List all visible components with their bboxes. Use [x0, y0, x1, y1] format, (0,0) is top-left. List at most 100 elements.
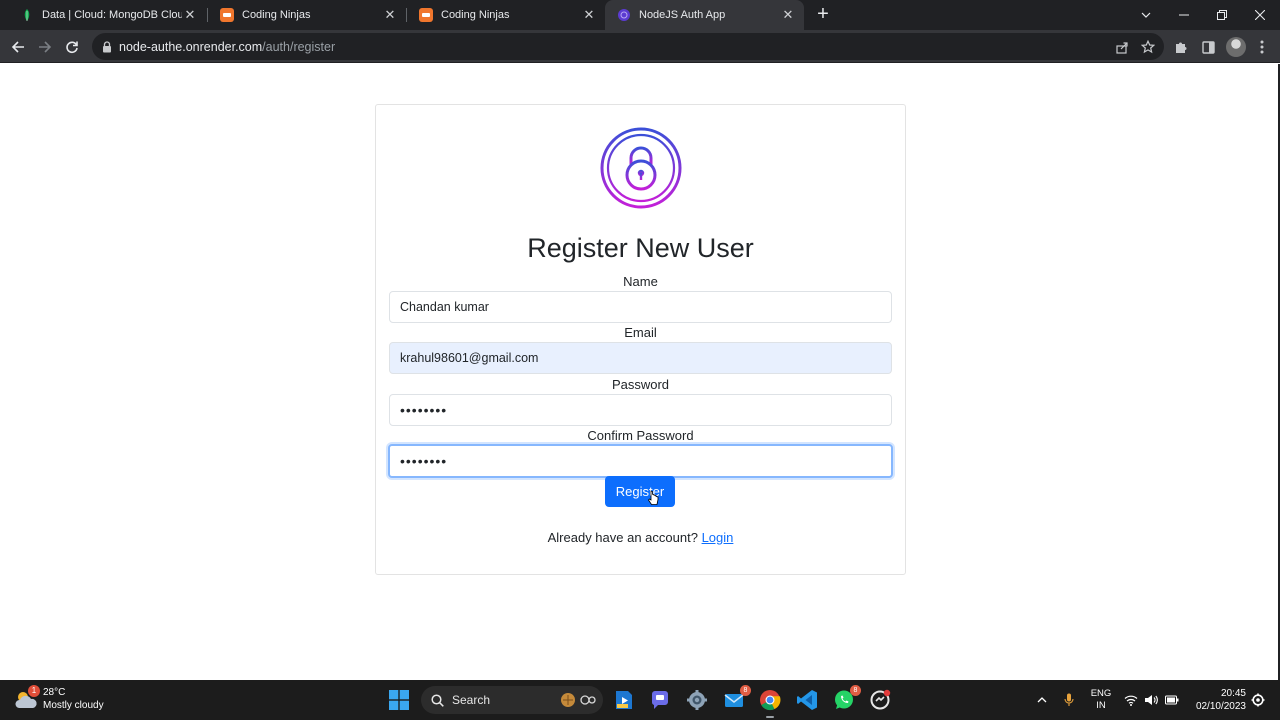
close-icon[interactable]: ✕ — [182, 7, 198, 23]
chrome-app[interactable] — [758, 688, 782, 718]
start-button[interactable] — [387, 688, 411, 712]
system-clock[interactable]: 20:45 02/10/2023 — [1186, 687, 1246, 713]
tab-title: Coding Ninjas — [441, 9, 510, 21]
whatsapp-app[interactable]: 8 — [832, 685, 861, 712]
profile-avatar[interactable] — [1226, 37, 1246, 57]
microphone-indicator[interactable] — [1060, 680, 1078, 720]
close-icon[interactable]: ✕ — [581, 7, 597, 23]
password-value: •••••••• — [400, 402, 448, 418]
language-code: ENG — [1090, 688, 1112, 699]
email-value: krahul98601@gmail.com — [400, 351, 539, 365]
tab-coding-ninjas-1[interactable]: Coding Ninjas ✕ — [208, 0, 406, 30]
chrome-icon — [760, 690, 781, 711]
minimize-button[interactable] — [1165, 0, 1203, 30]
region-code: IN — [1096, 700, 1106, 711]
bookmark-button[interactable] — [1140, 39, 1156, 55]
menu-icon — [1260, 40, 1264, 54]
browser-tab-strip: Data | Cloud: MongoDB Cloud ✕ Coding Nin… — [0, 0, 1280, 30]
register-button[interactable]: Register — [605, 476, 675, 507]
close-icon — [1255, 10, 1265, 20]
weather-description[interactable]: Mostly cloudy — [43, 700, 104, 711]
battery-indicator[interactable] — [1164, 680, 1180, 720]
tab-nodejs-auth-app[interactable]: NodeJS Auth App ✕ — [605, 0, 804, 30]
side-panel-button[interactable] — [1199, 38, 1217, 56]
padlock-logo-icon — [600, 127, 682, 209]
chevron-up-icon — [1037, 697, 1047, 703]
notifications-button[interactable] — [1250, 680, 1266, 720]
show-hidden-icons[interactable] — [1033, 680, 1051, 720]
tab-mongodb[interactable]: Data | Cloud: MongoDB Cloud ✕ — [8, 0, 206, 30]
confirm-password-label: Confirm Password — [587, 428, 694, 443]
search-highlight-icon — [561, 693, 596, 707]
password-label: Password — [611, 377, 670, 392]
wifi-icon — [1124, 695, 1138, 706]
extensions-button[interactable] — [1172, 38, 1190, 56]
login-link[interactable]: Login — [702, 530, 734, 545]
media-player-app[interactable] — [612, 688, 636, 712]
vscode-app[interactable] — [795, 688, 819, 712]
tab-title: NodeJS Auth App — [639, 9, 726, 21]
github-desktop-app[interactable] — [868, 688, 892, 712]
back-button[interactable] — [7, 36, 29, 58]
page-viewport: Register New User Name Chandan kumar Ema… — [0, 64, 1280, 680]
star-icon — [1141, 40, 1155, 54]
url-path: /auth/register — [262, 39, 336, 54]
share-icon — [1115, 41, 1128, 54]
close-icon[interactable]: ✕ — [382, 7, 398, 23]
tab-search-button[interactable] — [1127, 0, 1165, 30]
name-field[interactable]: Chandan kumar — [389, 291, 892, 323]
close-window-button[interactable] — [1241, 0, 1279, 30]
url-text[interactable]: node-authe.onrender.com/auth/register — [119, 40, 335, 54]
windows-taskbar: 1 28°C Mostly cloudy Search 8 8 ENG IN 2… — [0, 680, 1280, 720]
forward-icon — [39, 41, 52, 53]
chevron-down-icon — [1141, 12, 1151, 18]
register-card: Register New User Name Chandan kumar Ema… — [375, 104, 906, 575]
url-host: node-authe.onrender.com — [119, 39, 263, 54]
volume-indicator[interactable] — [1143, 680, 1159, 720]
speaker-icon — [1145, 695, 1158, 705]
login-prompt: Already have an account? Login — [376, 530, 905, 545]
github-desktop-icon — [870, 689, 891, 710]
tab-coding-ninjas-2[interactable]: Coding Ninjas ✕ — [407, 0, 605, 30]
email-label: Email — [624, 325, 657, 340]
tab-title: Coding Ninjas — [242, 9, 311, 21]
mouse-cursor-icon — [647, 490, 659, 505]
reload-button[interactable] — [61, 36, 83, 58]
close-icon[interactable]: ✕ — [780, 7, 796, 23]
weather-temperature[interactable]: 28°C — [43, 687, 65, 698]
taskbar-search[interactable]: Search — [421, 686, 603, 714]
clock-date: 02/10/2023 — [1195, 701, 1246, 712]
teams-chat-icon — [651, 691, 668, 709]
minimize-icon — [1179, 14, 1189, 16]
wifi-indicator[interactable] — [1123, 680, 1139, 720]
restore-button[interactable] — [1203, 0, 1241, 30]
address-bar[interactable]: node-authe.onrender.com/auth/register — [92, 33, 1164, 60]
name-label: Name — [623, 274, 658, 289]
globe-icon — [618, 9, 630, 21]
restore-icon — [1217, 10, 1227, 20]
lock-icon[interactable] — [102, 40, 112, 53]
reload-icon — [66, 41, 78, 54]
whatsapp-badge: 8 — [850, 685, 861, 696]
search-icon — [431, 693, 444, 707]
forward-button[interactable] — [34, 36, 56, 58]
password-field[interactable]: •••••••• — [389, 394, 892, 426]
share-button[interactable] — [1114, 39, 1130, 55]
confirm-password-field[interactable]: •••••••• — [388, 444, 893, 478]
media-player-icon — [616, 691, 632, 709]
settings-icon — [687, 690, 707, 710]
name-value: Chandan kumar — [400, 300, 489, 314]
back-icon — [11, 41, 24, 53]
settings-app[interactable] — [685, 688, 709, 712]
mail-app[interactable]: 8 — [722, 685, 751, 712]
menu-button[interactable] — [1253, 38, 1271, 56]
teams-chat-app[interactable] — [648, 688, 672, 712]
coding-ninjas-icon — [419, 8, 433, 22]
new-tab-button[interactable]: + — [812, 3, 834, 25]
vscode-icon — [797, 690, 817, 710]
mongodb-leaf-icon — [24, 9, 30, 21]
language-indicator[interactable]: ENG IN — [1088, 688, 1114, 712]
weather-badge: 1 — [28, 685, 40, 697]
tab-title: Data | Cloud: MongoDB Cloud — [42, 9, 182, 21]
email-field[interactable]: krahul98601@gmail.com — [389, 342, 892, 374]
